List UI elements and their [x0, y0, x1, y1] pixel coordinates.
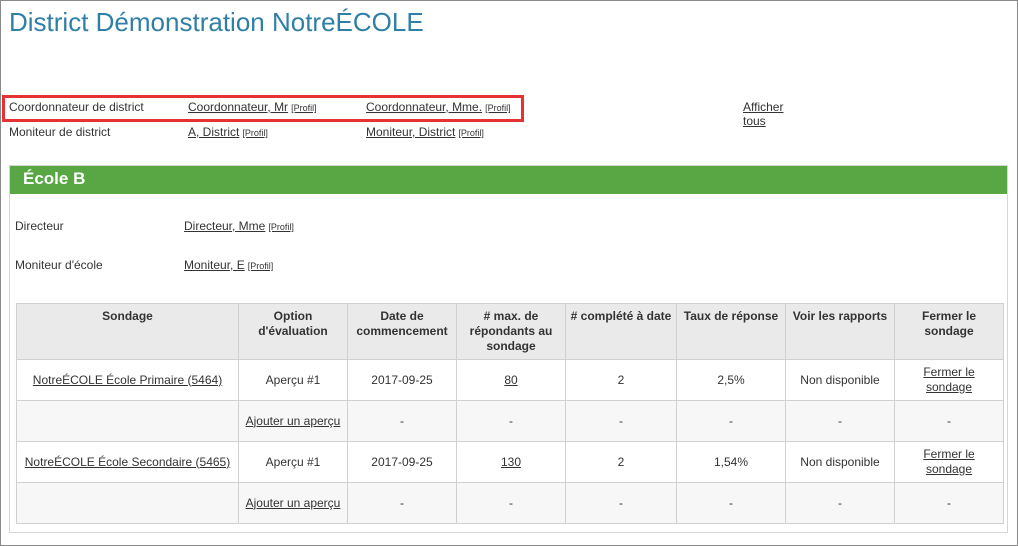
monitor-2-profile-link[interactable]: [Profil] [458, 128, 484, 138]
reports-cell: - [785, 400, 895, 442]
monitor-2: Moniteur, District [Profil] [366, 125, 484, 139]
reports-cell: Non disponible [785, 441, 895, 483]
monitor-1: A, District [Profil] [188, 125, 268, 139]
survey-link[interactable]: NotreÉCOLE École Secondaire (5465) [25, 455, 230, 469]
page-title: District Démonstration NotreÉCOLE [9, 7, 424, 37]
survey-cell [16, 482, 239, 524]
school-monitor: Moniteur, E [Profil] [184, 258, 273, 272]
close-cell: - [894, 400, 1004, 442]
director-profile-link[interactable]: [Profil] [268, 222, 294, 232]
show-all-link[interactable]: Afficher tous [743, 100, 803, 128]
coordinator-1-profile-link[interactable]: [Profil] [291, 103, 317, 113]
district-monitor-label: Moniteur de district [9, 125, 111, 139]
rate-cell: - [676, 400, 786, 442]
school-monitor-profile-link[interactable]: [Profil] [248, 261, 274, 271]
header-start-date: Date de commencement [347, 303, 457, 360]
rate-cell: - [676, 482, 786, 524]
monitor-1-link[interactable]: A, District [188, 125, 239, 139]
reports-cell: Non disponible [785, 359, 895, 401]
completed-cell: - [565, 482, 677, 524]
date-cell: - [347, 482, 457, 524]
header-close: Fermer le sondage [894, 303, 1004, 360]
header-reports: Voir les rapports [785, 303, 895, 360]
close-cell: - [894, 482, 1004, 524]
survey-cell [16, 400, 239, 442]
coordinator-2-link[interactable]: Coordonnateur, Mme. [366, 100, 482, 114]
max-respondents-link[interactable]: 130 [501, 455, 521, 469]
school-name-header: École B [10, 166, 1007, 194]
date-cell: 2017-09-25 [347, 441, 457, 483]
survey-cell: NotreÉCOLE École Secondaire (5465) [16, 441, 239, 483]
completed-cell: - [565, 400, 677, 442]
table-row: NotreÉCOLE École Primaire (5464) Aperçu … [16, 359, 1004, 401]
add-preview-link[interactable]: Ajouter un aperçu [246, 414, 341, 428]
survey-link[interactable]: NotreÉCOLE École Primaire (5464) [33, 373, 222, 387]
header-option: Option d'évaluation [238, 303, 348, 360]
date-cell: - [347, 400, 457, 442]
max-cell: 130 [456, 441, 566, 483]
reports-cell: - [785, 482, 895, 524]
completed-cell: 2 [565, 441, 677, 483]
option-cell: Aperçu #1 [238, 441, 348, 483]
add-preview-link[interactable]: Ajouter un aperçu [246, 496, 341, 510]
close-survey-link[interactable]: Fermer le sondage [923, 365, 974, 394]
header-response-rate: Taux de réponse [676, 303, 786, 360]
coordinator-2-profile-link[interactable]: [Profil] [485, 103, 511, 113]
table-header-row: Sondage Option d'évaluation Date de comm… [16, 303, 1004, 360]
monitor-1-profile-link[interactable]: [Profil] [242, 128, 268, 138]
school-monitor-link[interactable]: Moniteur, E [184, 258, 245, 272]
max-cell: - [456, 400, 566, 442]
monitor-2-link[interactable]: Moniteur, District [366, 125, 455, 139]
director: Directeur, Mme [Profil] [184, 219, 294, 233]
close-survey-link[interactable]: Fermer le sondage [923, 447, 974, 476]
show-all-line2: tous [743, 114, 766, 128]
completed-cell: 2 [565, 359, 677, 401]
coordinator-2: Coordonnateur, Mme. [Profil] [366, 100, 511, 114]
option-cell: Ajouter un aperçu [238, 400, 348, 442]
close-cell: Fermer le sondage [894, 359, 1004, 401]
show-all-line1: Afficher [743, 100, 784, 114]
coordinator-1-link[interactable]: Coordonnateur, Mr [188, 100, 288, 114]
school-panel: École B Directeur Directeur, Mme [Profil]… [9, 165, 1008, 533]
rate-cell: 1,54% [676, 441, 786, 483]
header-survey: Sondage [16, 303, 239, 360]
close-cell: Fermer le sondage [894, 441, 1004, 483]
max-respondents-link[interactable]: 80 [504, 373, 517, 387]
survey-cell: NotreÉCOLE École Primaire (5464) [16, 359, 239, 401]
option-cell: Aperçu #1 [238, 359, 348, 401]
survey-table: Sondage Option d'évaluation Date de comm… [16, 303, 1004, 524]
page-frame: District Démonstration NotreÉCOLE Coordo… [0, 0, 1018, 546]
header-completed: # complété à date [565, 303, 677, 360]
max-cell: 80 [456, 359, 566, 401]
option-cell: Ajouter un aperçu [238, 482, 348, 524]
table-row: NotreÉCOLE École Secondaire (5465) Aperç… [16, 441, 1004, 483]
header-max-respondents: # max. de répondants au sondage [456, 303, 566, 360]
table-row: Ajouter un aperçu - - - - - - [16, 482, 1004, 524]
date-cell: 2017-09-25 [347, 359, 457, 401]
director-link[interactable]: Directeur, Mme [184, 219, 265, 233]
coordinator-1: Coordonnateur, Mr [Profil] [188, 100, 317, 114]
rate-cell: 2,5% [676, 359, 786, 401]
max-cell: - [456, 482, 566, 524]
school-monitor-label: Moniteur d'école [15, 258, 103, 272]
table-row: Ajouter un aperçu - - - - - - [16, 400, 1004, 442]
director-label: Directeur [15, 219, 64, 233]
district-coordinator-label: Coordonnateur de district [9, 100, 144, 114]
